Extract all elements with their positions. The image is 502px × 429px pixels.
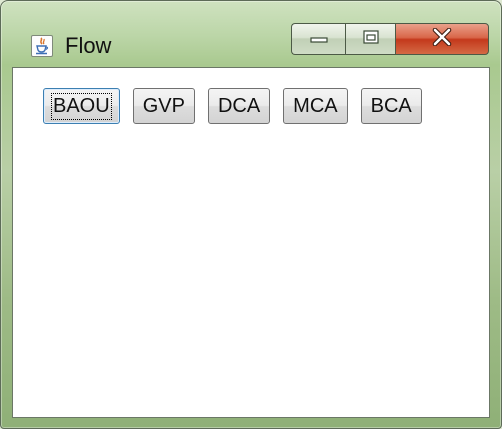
button-label: DCA — [217, 94, 261, 117]
maximize-button[interactable] — [345, 23, 395, 55]
button-label: BCA — [370, 94, 412, 117]
app-window: Flow BAOU GVP DCA MCA BCA — [0, 0, 502, 429]
content-panel: BAOU GVP DCA MCA BCA — [12, 67, 490, 418]
flow-layout-button-row: BAOU GVP DCA MCA BCA — [43, 88, 422, 124]
button-label: GVP — [142, 94, 185, 117]
button-label: BAOU — [51, 92, 112, 120]
button-mca[interactable]: MCA — [283, 88, 348, 124]
button-baou[interactable]: BAOU — [43, 88, 120, 124]
java-cup-icon[interactable] — [31, 35, 53, 57]
minimize-icon — [309, 30, 328, 48]
close-icon — [431, 27, 453, 51]
title-bar[interactable]: Flow — [1, 1, 501, 67]
button-label: MCA — [293, 94, 338, 117]
button-gvp[interactable]: GVP — [132, 88, 195, 124]
window-title: Flow — [65, 33, 112, 58]
button-dca[interactable]: DCA — [207, 88, 271, 124]
maximize-icon — [362, 29, 380, 50]
close-button[interactable] — [395, 23, 489, 55]
button-bca[interactable]: BCA — [360, 88, 422, 124]
minimize-button[interactable] — [291, 23, 345, 55]
caption-buttons — [291, 23, 489, 57]
